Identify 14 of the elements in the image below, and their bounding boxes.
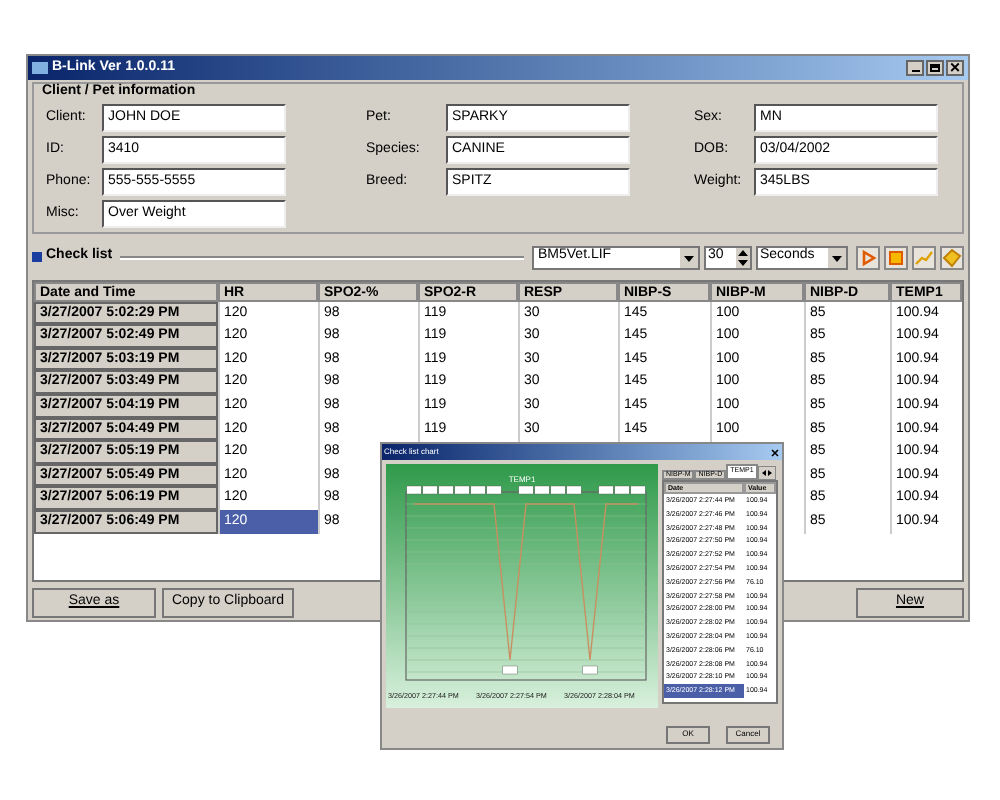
tag-icon[interactable] xyxy=(940,245,964,270)
maximize-button[interactable] xyxy=(926,59,944,76)
data-label-box xyxy=(502,665,518,675)
stop-icon[interactable] xyxy=(884,245,908,270)
close-icon[interactable] xyxy=(770,447,780,457)
data-label-box xyxy=(582,665,598,675)
line-chart-icon[interactable] xyxy=(912,245,936,270)
minimize-button[interactable] xyxy=(906,59,924,76)
spinner-arrows-icon xyxy=(736,247,750,268)
app-icon xyxy=(32,59,48,76)
tab-scroll-arrows-icon[interactable] xyxy=(757,466,776,480)
play-icon[interactable] xyxy=(856,245,880,270)
square-icon xyxy=(32,252,42,263)
close-icon[interactable] xyxy=(946,59,964,76)
